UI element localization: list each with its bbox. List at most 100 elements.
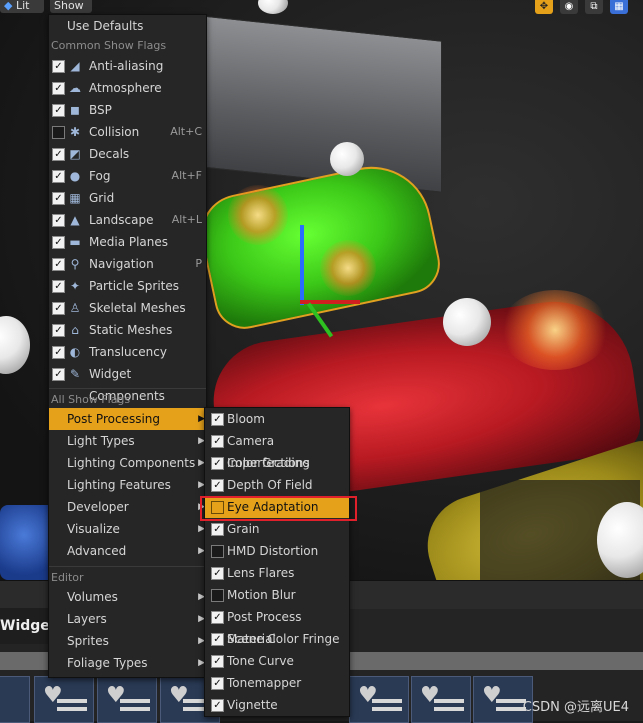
menu-item-atmosphere[interactable]: ✓ ☁ Atmosphere (49, 77, 206, 99)
menu-item-label: Collision (89, 125, 140, 139)
checkbox[interactable]: ✓ (52, 192, 65, 205)
menu-item-decals[interactable]: ✓ ◩ Decals (49, 143, 206, 165)
menu-item-grid[interactable]: ✓ ▦ Grid (49, 187, 206, 209)
heart-icon: ♥ (358, 683, 378, 708)
submenu-item-lighting-features[interactable]: Lighting Features ▶ (49, 474, 206, 496)
menu-item-skeletal-meshes[interactable]: ✓ ♙ Skeletal Meshes (49, 297, 206, 319)
snap-icon[interactable]: ⧉ (585, 0, 603, 14)
submenu-item-advanced[interactable]: Advanced ▶ (49, 540, 206, 562)
transform-gizmo-z-axis[interactable] (300, 225, 304, 305)
checkbox[interactable]: ✓ (52, 368, 65, 381)
menu-item-grain[interactable]: ✓ Grain (205, 518, 349, 540)
asset-tile[interactable]: ♥ (34, 676, 94, 723)
menu-item-label: Atmosphere (89, 81, 162, 95)
menu-item-label: Grain (227, 522, 260, 536)
submenu-item-light-types[interactable]: Light Types ▶ (49, 430, 206, 452)
menu-item-tonemapper[interactable]: ✓ Tonemapper (205, 672, 349, 694)
lit-view-mode-button[interactable]: ◆ Lit (0, 0, 44, 13)
globe-icon[interactable]: ◉ (560, 0, 578, 14)
menu-item-scene-color-fringe[interactable]: ✓ Scene Color Fringe (205, 628, 349, 650)
checkbox[interactable]: ✓ (52, 214, 65, 227)
checkbox[interactable]: ✓ (211, 567, 224, 580)
menu-item-post-process-material[interactable]: ✓ Post Process Material (205, 606, 349, 646)
menu-item-bloom[interactable]: ✓ Bloom (205, 408, 349, 430)
checkbox[interactable]: ✓ (211, 413, 224, 426)
section-header-common: Common Show Flags (51, 39, 167, 52)
checkbox[interactable]: ✓ (52, 302, 65, 315)
menu-item-media-planes[interactable]: ✓ ▬ Media Planes (49, 231, 206, 253)
submenu-item-volumes[interactable]: Volumes ▶ (49, 586, 206, 608)
menu-item-translucency[interactable]: ✓ ◐ Translucency (49, 341, 206, 363)
checkbox[interactable]: ✓ (211, 677, 224, 690)
menu-item-camera-imperfections[interactable]: ✓ Camera Imperfections (205, 430, 349, 470)
menu-item-hmd-distortion[interactable]: HMD Distortion (205, 540, 349, 562)
menu-item-label: Media Planes (89, 235, 169, 249)
checkbox[interactable]: ✓ (52, 258, 65, 271)
menu-item-lens-flares[interactable]: ✓ Lens Flares (205, 562, 349, 584)
transform-gizmo-icon[interactable]: ✥ (535, 0, 553, 14)
submenu-item-foliage-types[interactable]: Foliage Types ▶ (49, 652, 206, 674)
menu-item-label: Foliage Types (67, 656, 148, 670)
menu-item-use-defaults[interactable]: Use Defaults (49, 15, 206, 37)
checkbox[interactable]: ✓ (52, 104, 65, 117)
submenu-item-developer[interactable]: Developer ▶ (49, 496, 206, 518)
checkbox[interactable]: ✓ (52, 60, 65, 73)
checkbox[interactable] (211, 545, 224, 558)
checkbox[interactable]: ✓ (52, 324, 65, 337)
checkbox[interactable]: ✓ (211, 699, 224, 712)
checkbox[interactable]: ✓ (211, 655, 224, 668)
grid-icon[interactable]: ▦ (610, 0, 628, 14)
menu-item-depth-of-field[interactable]: ✓ Depth Of Field (205, 474, 349, 496)
checkbox[interactable]: ✓ (52, 346, 65, 359)
checkbox[interactable]: ✓ (211, 457, 224, 470)
menu-item-collision[interactable]: ✱ Collision Alt+C (49, 121, 206, 143)
checkbox[interactable]: ✓ (211, 435, 224, 448)
checkbox[interactable]: ✓ (52, 82, 65, 95)
menu-item-motion-blur[interactable]: Motion Blur (205, 584, 349, 606)
show-label: Show (54, 0, 84, 12)
shortcut-label: P (195, 257, 202, 270)
menu-item-navigation[interactable]: ✓ ⚲ Navigation P (49, 253, 206, 275)
checkbox[interactable] (52, 126, 65, 139)
checkbox[interactable]: ✓ (52, 148, 65, 161)
asset-tile[interactable]: ♥ (349, 676, 409, 723)
sphere-mesh[interactable] (258, 0, 288, 14)
tab-widget[interactable]: Widget (0, 608, 56, 644)
menu-item-particle-sprites[interactable]: ✓ ✦ Particle Sprites (49, 275, 206, 297)
checkbox[interactable]: ✓ (211, 633, 224, 646)
checkbox[interactable]: ✓ (52, 170, 65, 183)
selected-suv-mesh[interactable] (193, 155, 446, 335)
menu-item-bsp[interactable]: ✓ ◼ BSP (49, 99, 206, 121)
sphere-mesh[interactable] (443, 298, 491, 346)
asset-tile[interactable]: ♥ (411, 676, 471, 723)
heart-icon: ♥ (482, 683, 502, 708)
menu-item-tone-curve[interactable]: ✓ Tone Curve (205, 650, 349, 672)
checkbox[interactable]: ✓ (211, 523, 224, 536)
checkbox[interactable] (211, 589, 224, 602)
checkbox[interactable]: ✓ (52, 236, 65, 249)
checkbox[interactable]: ✓ (52, 280, 65, 293)
show-button[interactable]: Show (50, 0, 92, 13)
menu-item-fog[interactable]: ✓ ● Fog Alt+F (49, 165, 206, 187)
asset-tile[interactable]: ♥ (97, 676, 157, 723)
submenu-item-post-processing[interactable]: Post Processing ▶ (49, 408, 206, 430)
sphere-mesh[interactable] (0, 316, 30, 374)
menu-item-color-grading[interactable]: ✓ Color Grading (205, 452, 349, 474)
trailer-mesh[interactable] (200, 15, 442, 193)
checkbox[interactable]: ✓ (211, 479, 224, 492)
menu-item-label: Use Defaults (67, 19, 144, 33)
menu-item-anti-aliasing[interactable]: ✓ ◢ Anti-aliasing (49, 55, 206, 77)
submenu-item-sprites[interactable]: Sprites ▶ (49, 630, 206, 652)
menu-item-static-meshes[interactable]: ✓ ⌂ Static Meshes (49, 319, 206, 341)
submenu-item-lighting-components[interactable]: Lighting Components ▶ (49, 452, 206, 474)
menu-item-label: Navigation (89, 257, 154, 271)
menu-item-label: Depth Of Field (227, 478, 313, 492)
sphere-mesh[interactable] (330, 142, 364, 176)
checkbox[interactable]: ✓ (211, 611, 224, 624)
submenu-item-visualize[interactable]: Visualize ▶ (49, 518, 206, 540)
menu-item-vignette[interactable]: ✓ Vignette (205, 694, 349, 716)
menu-item-widget-components[interactable]: ✓ ✎ Widget Components (49, 363, 206, 403)
submenu-item-layers[interactable]: Layers ▶ (49, 608, 206, 630)
menu-item-landscape[interactable]: ✓ ▲ Landscape Alt+L (49, 209, 206, 231)
asset-tile[interactable] (0, 676, 30, 723)
